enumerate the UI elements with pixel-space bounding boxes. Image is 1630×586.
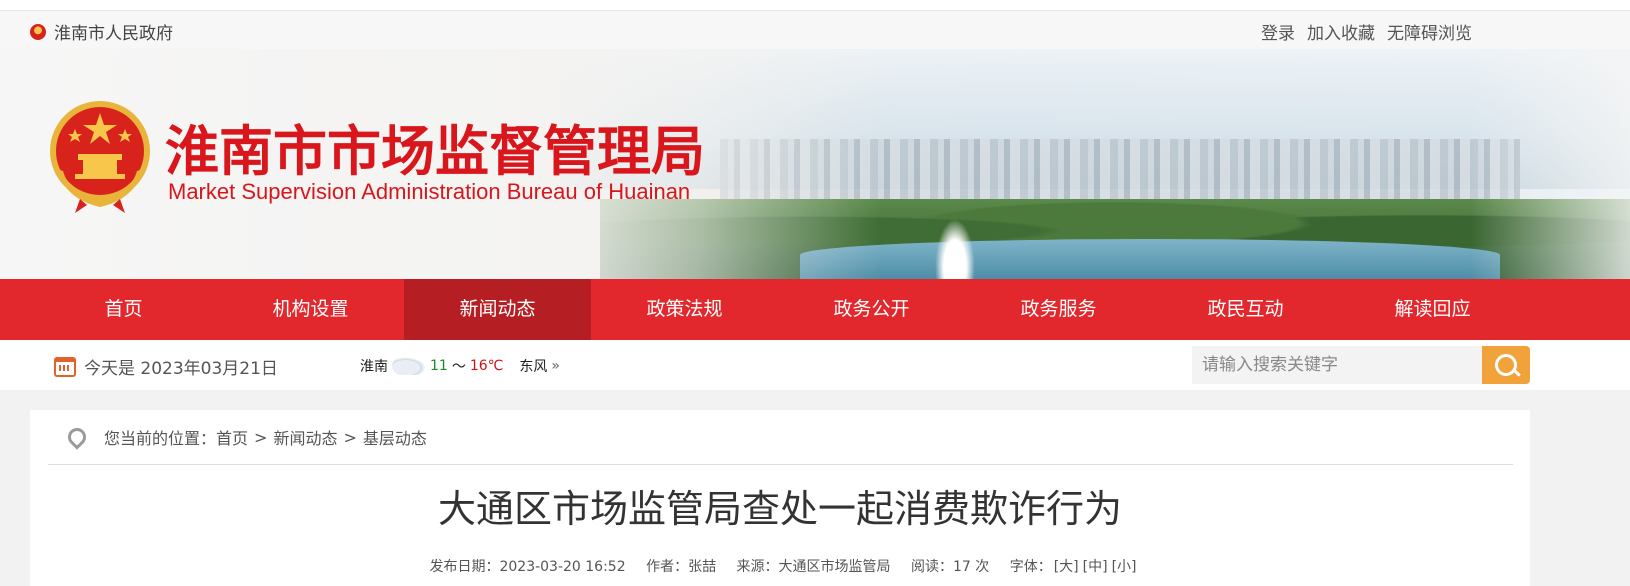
read-count: 阅读：17 次: [911, 559, 990, 575]
publish-date: 发布日期：2023-03-20 16:52: [429, 559, 626, 575]
calendar-icon: [54, 356, 76, 377]
font-medium-button[interactable]: [中]: [1083, 559, 1108, 575]
top-links: 登录 加入收藏 无障碍浏览: [1261, 19, 1472, 44]
accessibility-link[interactable]: 无障碍浏览: [1387, 19, 1472, 44]
search-input[interactable]: [1192, 346, 1482, 384]
breadcrumb-sep: >: [254, 427, 268, 447]
top-bar: 淮南市人民政府 登录 加入收藏 无障碍浏览: [0, 11, 1630, 49]
breadcrumb-prefix: 您当前的位置：: [104, 429, 217, 448]
nav-policies[interactable]: 政策法规: [591, 279, 778, 340]
banner-fountain: [935, 219, 975, 279]
main-nav: 首页 机构设置 新闻动态 政策法规 政务公开 政务服务 政民互动 解读回应: [0, 279, 1630, 340]
nav-government-affairs[interactable]: 政务公开: [778, 279, 965, 340]
cloud-icon: [392, 357, 426, 375]
banner-lake: [800, 239, 1500, 279]
info-bar: 今天是 2023年03月21日 淮南 11 ～ 16℃ 东风 »: [0, 340, 1630, 390]
weather-city: 淮南: [360, 359, 388, 375]
font-large-button[interactable]: [大]: [1054, 559, 1079, 575]
font-small-button[interactable]: [小]: [1112, 559, 1137, 575]
nav-home[interactable]: 首页: [30, 279, 217, 340]
author: 作者：张喆: [646, 559, 717, 575]
top-border: [0, 0, 1630, 11]
search-box: [1192, 346, 1530, 384]
font-size-label: 字体：: [1009, 559, 1052, 575]
site-link[interactable]: 淮南市人民政府: [30, 19, 173, 44]
nav-interpretation[interactable]: 解读回应: [1339, 279, 1526, 340]
breadcrumb: 您当前的位置： 首页 > 新闻动态 > 基层动态: [48, 410, 1513, 465]
article-container: 您当前的位置： 首页 > 新闻动态 > 基层动态 大通区市场监管局查处一起消费欺…: [30, 410, 1530, 586]
location-pin-icon: [64, 424, 90, 450]
date-text: 今天是 2023年03月21日: [84, 359, 278, 379]
nav-organization[interactable]: 机构设置: [217, 279, 404, 340]
temp-high: 16℃: [469, 358, 504, 374]
breadcrumb-local-news[interactable]: 基层动态: [363, 425, 427, 449]
weather-more-icon[interactable]: »: [551, 358, 560, 374]
login-link[interactable]: 登录: [1261, 19, 1295, 44]
bureau-title-cn: 淮南市市场监督管理局: [165, 120, 705, 183]
date-display: 今天是 2023年03月21日: [54, 354, 278, 379]
header-banner: 淮南市市场监督管理局 Market Supervision Administra…: [0, 49, 1630, 279]
national-emblem-logo: [50, 101, 150, 213]
search-button[interactable]: [1482, 346, 1530, 384]
breadcrumb-home[interactable]: 首页: [216, 425, 248, 449]
article-meta: 发布日期：2023-03-20 16:52 作者：张喆 来源：大通区市场监管局 …: [30, 556, 1530, 576]
nav-news[interactable]: 新闻动态: [404, 279, 591, 340]
banner-fade-right: [1470, 49, 1630, 279]
breadcrumb-sep: >: [343, 427, 357, 447]
bureau-title-en: Market Supervision Administration Bureau…: [168, 179, 691, 204]
site-name: 淮南市人民政府: [54, 24, 173, 44]
nav-public-interaction[interactable]: 政民互动: [1152, 279, 1339, 340]
national-emblem-icon: [30, 23, 46, 40]
breadcrumb-news[interactable]: 新闻动态: [273, 425, 337, 449]
weather-widget: 淮南 11 ～ 16℃ 东风 »: [360, 356, 560, 376]
add-favorite-link[interactable]: 加入收藏: [1307, 19, 1375, 44]
source: 来源：大通区市场监管局: [736, 559, 891, 575]
nav-government-services[interactable]: 政务服务: [965, 279, 1152, 340]
temp-sep: ～: [451, 359, 466, 375]
article-title: 大通区市场监管局查处一起消费欺诈行为: [437, 487, 1122, 531]
wind: 东风: [519, 359, 548, 375]
temp-low: 11: [430, 358, 448, 374]
